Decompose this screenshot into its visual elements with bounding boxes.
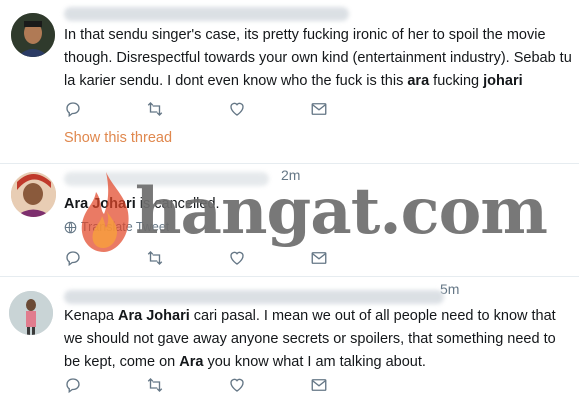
heart-icon[interactable] bbox=[228, 100, 248, 120]
show-thread-link[interactable]: Show this thread bbox=[64, 130, 172, 146]
reply-icon[interactable] bbox=[64, 249, 84, 269]
reply-icon[interactable] bbox=[64, 376, 84, 396]
tweet-timestamp[interactable]: 2m bbox=[281, 167, 300, 183]
avatar[interactable] bbox=[11, 172, 56, 217]
translate-label[interactable]: Translate Tweet bbox=[81, 220, 169, 234]
tweet-feed: In that sendu singer's case, its pretty … bbox=[0, 0, 579, 400]
tweet-actions bbox=[64, 376, 364, 396]
author-header-blurred bbox=[64, 290, 444, 304]
tweet-actions bbox=[64, 100, 364, 120]
heart-icon[interactable] bbox=[228, 376, 248, 396]
envelope-icon[interactable] bbox=[310, 376, 330, 396]
reply-icon[interactable] bbox=[64, 100, 84, 120]
tweet-actions bbox=[64, 249, 364, 269]
author-header-blurred bbox=[64, 172, 269, 186]
translate-tweet-link[interactable]: Translate Tweet bbox=[64, 220, 169, 234]
tweet-text: In that sendu singer's case, its pretty … bbox=[64, 27, 572, 89]
envelope-icon[interactable] bbox=[310, 249, 330, 269]
tweet[interactable]: In that sendu singer's case, its pretty … bbox=[0, 0, 579, 164]
envelope-icon[interactable] bbox=[310, 100, 330, 120]
tweet-text: Kenapa Ara Johari cari pasal. I mean we … bbox=[64, 308, 556, 370]
author-header-blurred bbox=[64, 7, 349, 21]
retweet-icon[interactable] bbox=[146, 249, 166, 269]
avatar[interactable] bbox=[9, 291, 53, 335]
globe-icon bbox=[64, 221, 77, 233]
retweet-icon[interactable] bbox=[146, 376, 166, 396]
tweet-text: Ara Johari is cancelled. bbox=[64, 196, 220, 212]
heart-icon[interactable] bbox=[228, 249, 248, 269]
avatar[interactable] bbox=[11, 13, 55, 57]
retweet-icon[interactable] bbox=[146, 100, 166, 120]
